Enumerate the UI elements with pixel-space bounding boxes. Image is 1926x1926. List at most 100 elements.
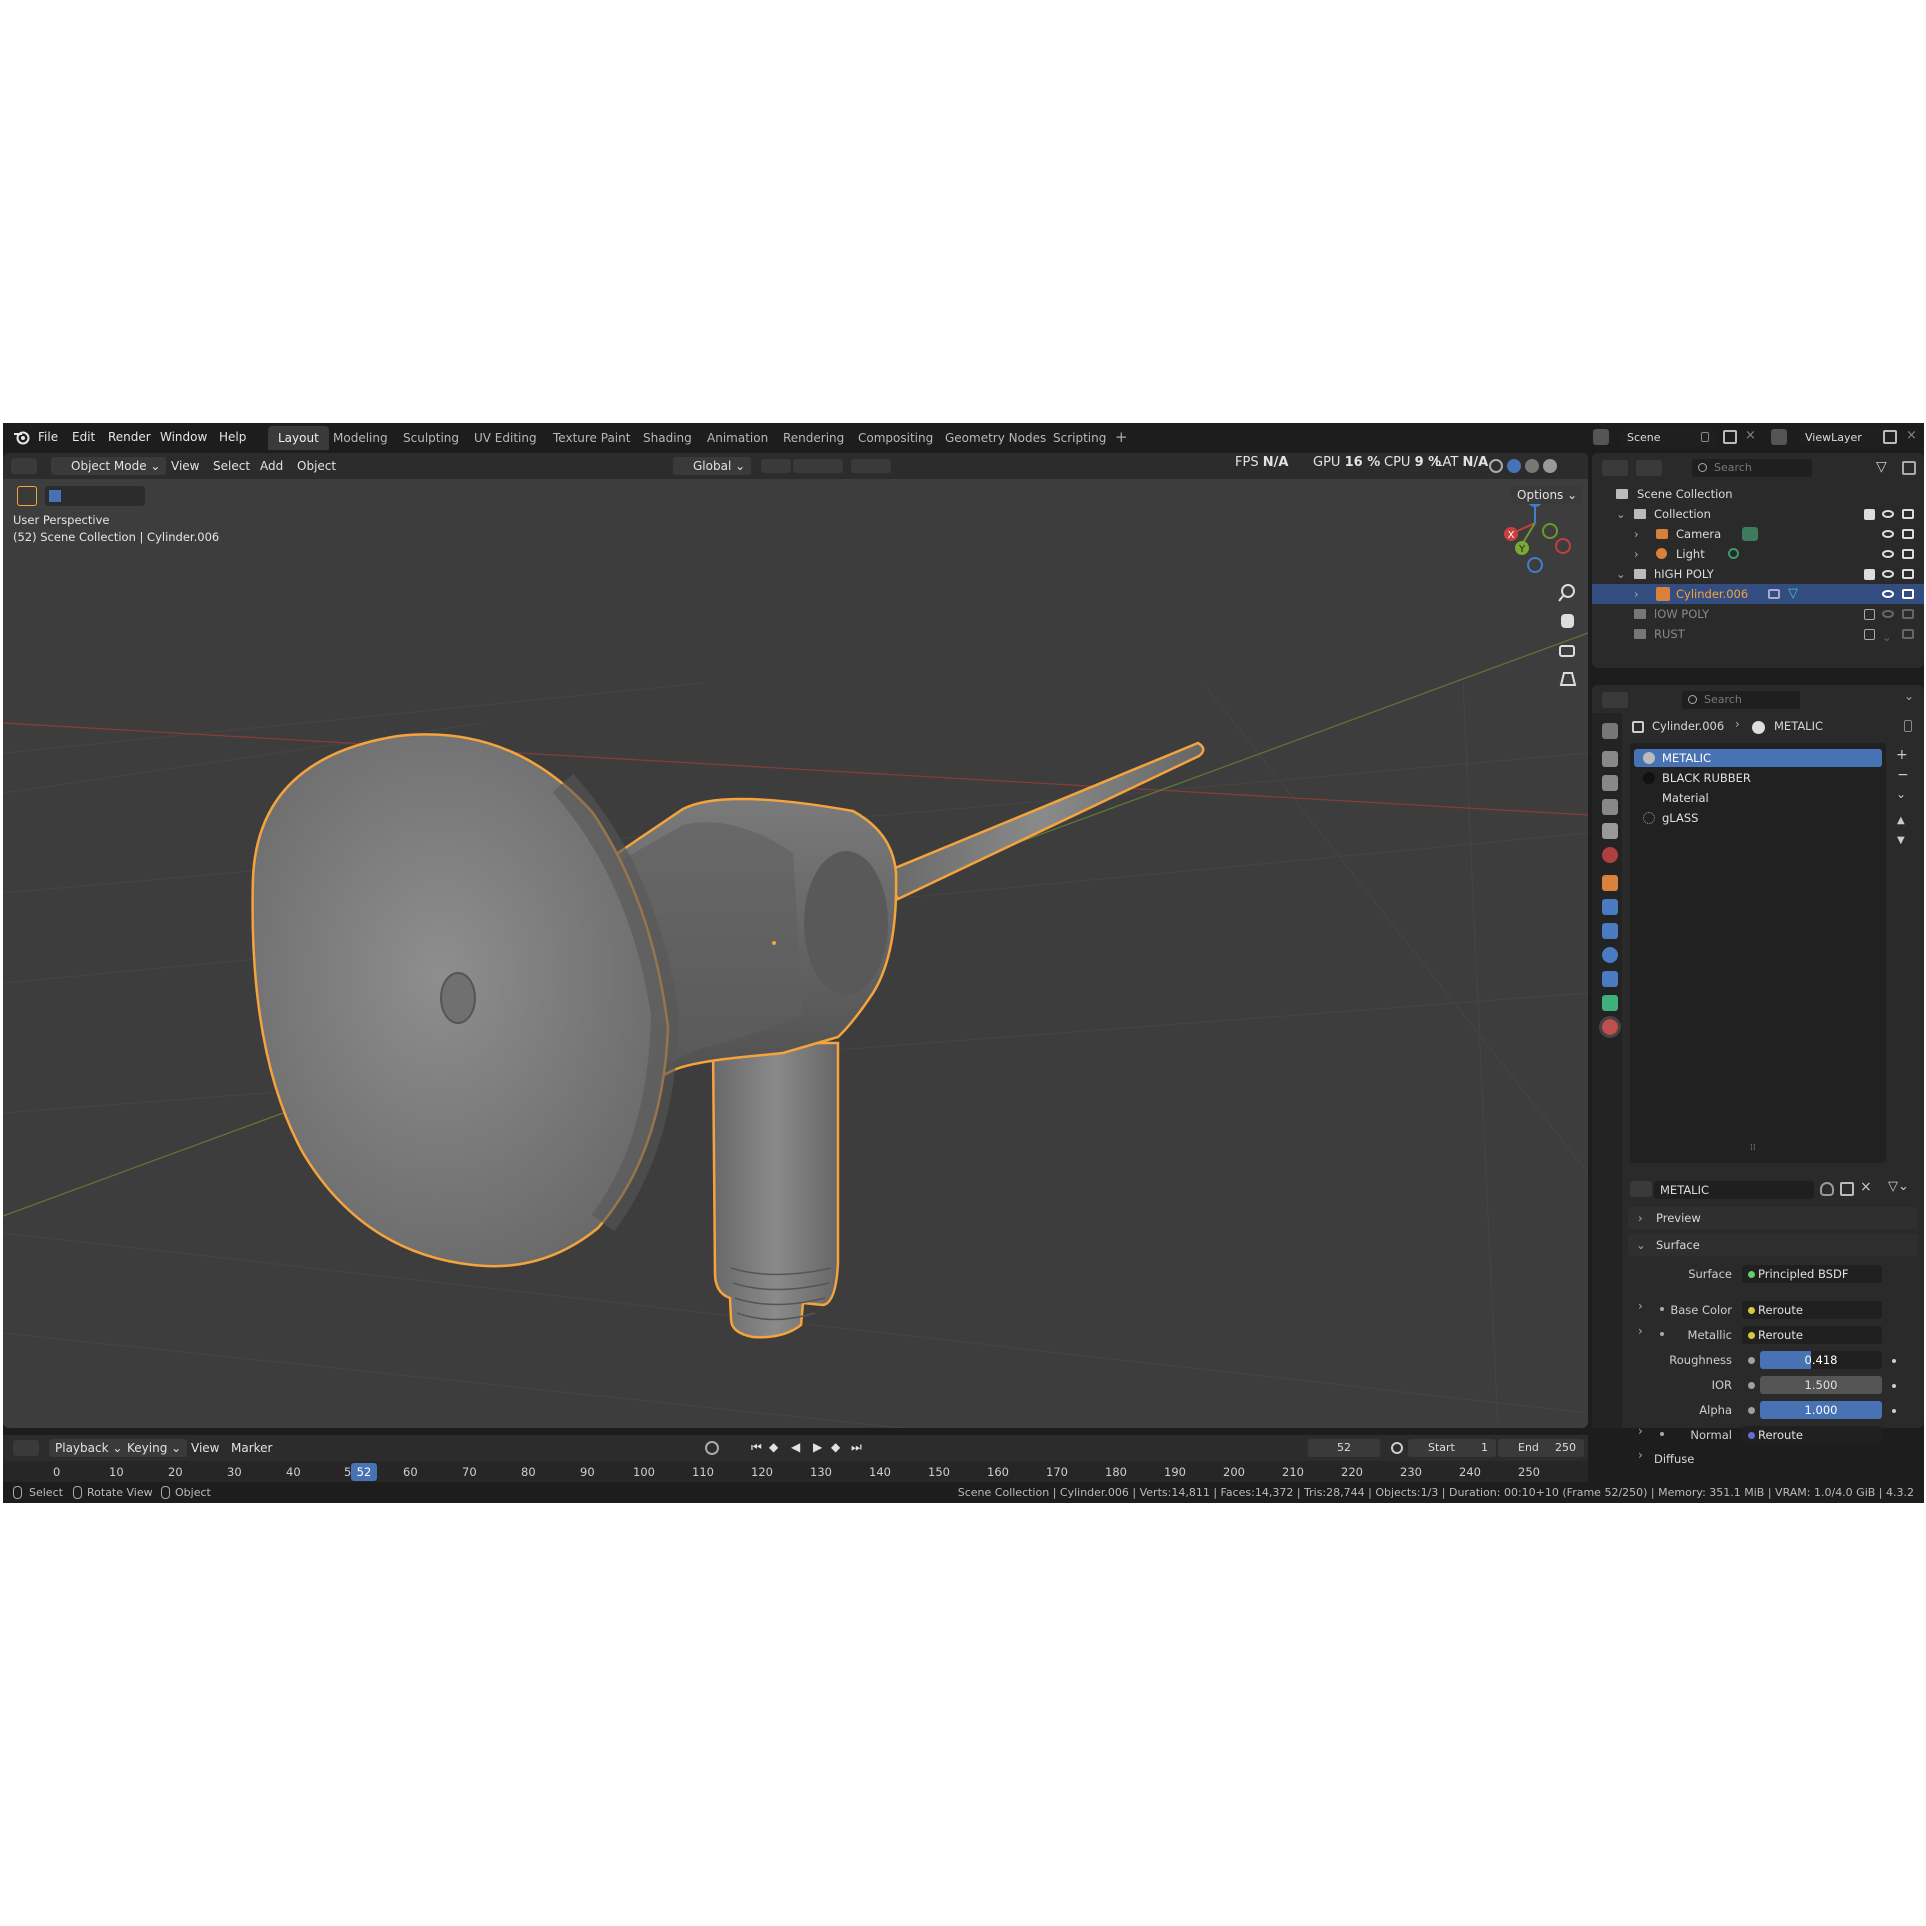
pivot-icon[interactable]	[761, 459, 791, 473]
viewport-shading-material-icon[interactable]	[1525, 459, 1539, 473]
tree-light[interactable]: › Light	[1592, 544, 1924, 564]
camera-render-icon[interactable]	[1902, 609, 1914, 619]
preview-panel-header[interactable]: › Preview	[1628, 1207, 1918, 1229]
current-frame-field[interactable]: 52	[1308, 1439, 1380, 1457]
jump-keyframe-back-icon[interactable]: ◆	[769, 1438, 778, 1456]
particles-tab-icon[interactable]	[1602, 923, 1618, 939]
timeline-editor-icon[interactable]	[13, 1440, 39, 1456]
tree-camera[interactable]: › Camera	[1592, 524, 1924, 544]
tab-texture-paint[interactable]: Texture Paint	[543, 426, 640, 450]
material-slot[interactable]: BLACK RUBBER	[1634, 769, 1884, 787]
options-dropdown[interactable]: Options ⌄	[1511, 486, 1584, 504]
pan-hand-icon[interactable]	[1561, 614, 1574, 628]
new-collection-icon[interactable]	[1902, 461, 1916, 475]
chevron-right-icon[interactable]: ›	[1634, 544, 1639, 564]
tab-geometry-nodes[interactable]: Geometry Nodes	[935, 426, 1056, 450]
tree-scene-collection[interactable]: Scene Collection	[1592, 484, 1924, 504]
chevron-down-icon[interactable]: ⌄	[1904, 689, 1914, 703]
eye-icon[interactable]	[1882, 550, 1894, 558]
chevron-right-icon[interactable]: ›	[1634, 584, 1639, 604]
eye-icon[interactable]	[1882, 530, 1894, 538]
delete-scene-icon[interactable]: ×	[1745, 428, 1756, 443]
physics-tab-icon[interactable]	[1602, 947, 1618, 963]
menu-edit[interactable]: Edit	[72, 430, 95, 444]
duplicate-material-icon[interactable]	[1840, 1182, 1854, 1196]
select-new-icon[interactable]	[49, 490, 61, 502]
properties-search-input[interactable]: Search	[1682, 691, 1800, 709]
scene-tab-icon[interactable]	[1602, 823, 1618, 839]
jump-end-icon[interactable]: ⏭	[851, 1438, 862, 1456]
object-mode-dropdown[interactable]: Object Mode ⌄	[51, 457, 167, 475]
fake-user-icon[interactable]	[1820, 1182, 1834, 1196]
keyframe-dot-icon[interactable]	[1892, 1384, 1896, 1388]
tab-modeling[interactable]: Modeling	[323, 426, 398, 450]
eye-icon[interactable]	[1882, 510, 1894, 518]
tab-layout[interactable]: Layout	[268, 426, 329, 450]
output-tab-icon[interactable]	[1602, 775, 1618, 791]
camera-render-icon[interactable]	[1902, 589, 1914, 599]
unlink-material-icon[interactable]: ×	[1860, 1179, 1872, 1195]
metallic-field[interactable]: Reroute	[1742, 1326, 1882, 1344]
material-slot[interactable]: gLASS	[1634, 809, 1884, 827]
view-layer-field[interactable]: ViewLayer	[1799, 429, 1894, 447]
perspective-grid-icon[interactable]	[1559, 672, 1577, 686]
camera-render-icon[interactable]	[1902, 549, 1914, 559]
normal-field[interactable]: Reroute	[1742, 1426, 1882, 1444]
data-tab-icon[interactable]	[1602, 995, 1618, 1011]
start-frame-field[interactable]: Start 1	[1408, 1439, 1496, 1457]
zoom-icon[interactable]	[1558, 584, 1575, 602]
chevron-down-icon[interactable]: ⌄	[1616, 564, 1626, 584]
tab-scripting[interactable]: Scripting	[1043, 426, 1116, 450]
auto-keying-icon[interactable]	[705, 1441, 719, 1455]
menu-add[interactable]: Add	[260, 457, 283, 475]
camera-render-icon[interactable]	[1902, 529, 1914, 539]
playback-menu[interactable]: Playback ⌄	[49, 1439, 129, 1457]
chevron-down-icon[interactable]: ⌄	[1616, 504, 1626, 524]
view-layer-tab-icon[interactable]	[1602, 799, 1618, 815]
render-tab-icon[interactable]	[1602, 751, 1618, 767]
node-link-icon[interactable]: ▽⌄	[1888, 1179, 1909, 1194]
eye-icon[interactable]	[1882, 610, 1894, 618]
frame-ruler[interactable]: 0 10 20 30 40 5 60 70 80 90 100 110 120 …	[3, 1461, 1588, 1483]
tab-uv-editing[interactable]: UV Editing	[464, 426, 547, 450]
viewport-shading-wire-icon[interactable]	[1489, 459, 1503, 473]
tab-rendering[interactable]: Rendering	[773, 426, 854, 450]
camera-render-icon[interactable]	[1902, 569, 1914, 579]
select-tool-icon[interactable]	[17, 486, 37, 506]
viewport-scene[interactable]: Z X Y	[3, 453, 1588, 1428]
end-frame-field[interactable]: End 250	[1498, 1439, 1584, 1457]
move-down-icon[interactable]: ▼	[1897, 835, 1905, 846]
menu-render[interactable]: Render	[108, 430, 151, 444]
tab-shading[interactable]: Shading	[633, 426, 702, 450]
surface-shader-field[interactable]: Principled BSDF	[1742, 1265, 1882, 1283]
tool-tab-icon[interactable]	[1602, 723, 1618, 739]
camera-view-icon[interactable]	[1559, 645, 1575, 657]
keyframe-dot-icon[interactable]	[1892, 1359, 1896, 1363]
camera-render-icon[interactable]	[1902, 629, 1914, 639]
surface-panel-header[interactable]: ⌄ Surface	[1628, 1234, 1918, 1256]
menu-help[interactable]: Help	[219, 430, 246, 444]
add-slot-icon[interactable]: +	[1896, 747, 1908, 763]
blender-logo-icon[interactable]	[13, 429, 31, 445]
menu-object[interactable]: Object	[297, 457, 336, 475]
viewport-shading-solid-icon[interactable]	[1507, 459, 1521, 473]
delete-view-layer-icon[interactable]: ×	[1906, 428, 1917, 443]
alpha-slider[interactable]: 1.000	[1760, 1401, 1882, 1419]
base-color-field[interactable]: Reroute	[1742, 1301, 1882, 1319]
material-slot[interactable]: Material	[1634, 789, 1884, 807]
tree-low-poly[interactable]: lOW POLY	[1592, 604, 1924, 624]
editor-type-icon[interactable]	[11, 458, 37, 474]
tree-collection[interactable]: ⌄ Collection	[1592, 504, 1924, 524]
ior-field[interactable]: 1.500	[1760, 1376, 1882, 1394]
scene-icon[interactable]	[1593, 429, 1609, 445]
modifier-tab-icon[interactable]	[1602, 899, 1618, 915]
3d-viewport[interactable]: Z X Y Object Mode ⌄ View Select Add Obje…	[3, 453, 1588, 1428]
eye-icon[interactable]	[1882, 590, 1894, 598]
object-tab-icon[interactable]	[1602, 875, 1618, 891]
new-view-layer-icon[interactable]	[1883, 430, 1897, 444]
menu-window[interactable]: Window	[160, 430, 207, 444]
checkbox-icon[interactable]	[1864, 609, 1875, 620]
chevron-right-icon[interactable]: ›	[1638, 1448, 1643, 1462]
tree-high-poly[interactable]: ⌄ hIGH POLY	[1592, 564, 1924, 584]
jump-keyframe-forward-icon[interactable]: ◆	[831, 1438, 840, 1456]
